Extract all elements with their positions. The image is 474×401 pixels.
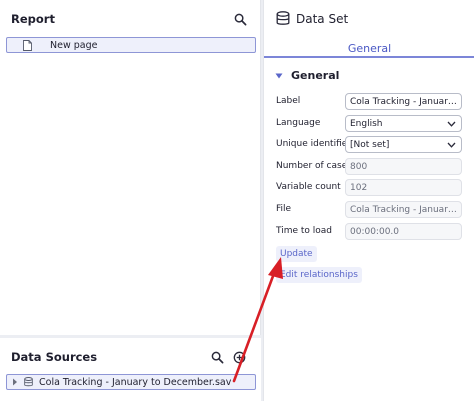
data-sources-panel: Data Sources Cola Tracking - January to … — [0, 338, 261, 401]
label-field-label: Label — [276, 96, 301, 106]
search-icon[interactable] — [210, 350, 224, 364]
expand-caret-icon[interactable] — [12, 378, 18, 386]
number-of-cases-value: 800 — [350, 161, 368, 172]
data-source-item[interactable]: Cola Tracking - January to December.sav — [6, 374, 256, 390]
variable-count-value: 102 — [350, 182, 368, 193]
edit-relationships-button[interactable]: Edit relationships — [276, 267, 362, 283]
language-select[interactable]: English — [345, 115, 462, 132]
chevron-down-icon — [447, 121, 456, 127]
time-to-load-value: 00:00:00.0 — [350, 226, 400, 237]
report-page-item[interactable]: New page — [6, 37, 256, 53]
variable-count-value-box: 102 — [345, 179, 462, 196]
file-value: Cola Tracking - January t... — [350, 204, 461, 215]
tab-general[interactable]: General — [264, 39, 474, 58]
variable-count-field-label: Variable count — [276, 182, 341, 192]
collapse-caret-icon[interactable] — [275, 73, 283, 79]
report-title: Report — [11, 12, 55, 26]
time-to-load-field-label: Time to load — [276, 226, 333, 236]
unique-identifier-select-value: [Not set] — [350, 139, 390, 150]
data-set-header: Data Set — [276, 11, 348, 26]
data-set-panel: Data Set General General Label Cola Trac… — [263, 0, 474, 401]
language-field-label: Language — [276, 118, 321, 128]
time-to-load-value-box: 00:00:00.0 — [345, 223, 462, 240]
database-icon — [24, 377, 33, 387]
report-panel: Report New page — [0, 0, 261, 335]
search-icon[interactable] — [233, 12, 247, 26]
number-of-cases-field-label: Number of cases — [276, 161, 352, 171]
label-input-value: Cola Tracking - January t... — [350, 96, 461, 107]
update-button[interactable]: Update — [276, 246, 317, 262]
general-section-title: General — [291, 69, 340, 82]
number-of-cases-value-box: 800 — [345, 158, 462, 175]
add-circle-icon[interactable] — [232, 350, 246, 364]
general-section-header[interactable]: General — [275, 69, 339, 82]
language-select-value: English — [350, 118, 383, 129]
data-source-label: Cola Tracking - January to December.sav — [39, 376, 232, 388]
page-item-label: New page — [50, 39, 98, 51]
file-field-label: File — [276, 204, 292, 214]
data-sources-title: Data Sources — [11, 350, 98, 364]
label-input[interactable]: Cola Tracking - January t... — [345, 93, 462, 110]
file-value-box: Cola Tracking - January t... — [345, 201, 462, 218]
page-icon — [23, 39, 32, 51]
unique-identifier-field-label: Unique identifier — [276, 139, 351, 149]
data-set-title: Data Set — [296, 11, 349, 26]
unique-identifier-select[interactable]: [Not set] — [345, 136, 462, 153]
database-icon — [276, 11, 290, 25]
chevron-down-icon — [447, 142, 456, 148]
